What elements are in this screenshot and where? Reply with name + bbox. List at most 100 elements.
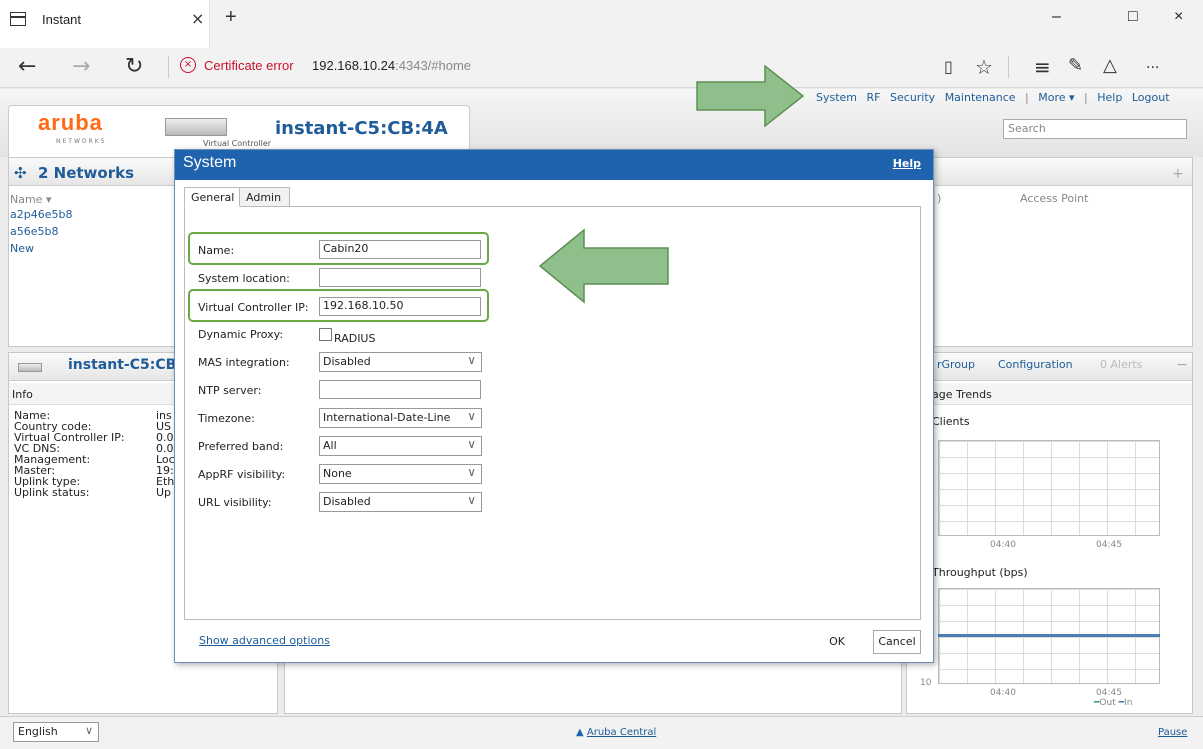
- url-host: 192.168.10.24: [312, 58, 396, 73]
- dynamic-proxy-label: Dynamic Proxy:: [198, 328, 284, 341]
- divider: [168, 56, 169, 78]
- url-path: :4343/#home: [395, 58, 472, 73]
- controller-panel-title[interactable]: instant-C5:CB:4A: [68, 357, 174, 373]
- aruba-logo-subtitle: NETWORKS: [56, 138, 107, 145]
- new-tab-button[interactable]: +: [225, 6, 237, 29]
- select-value: All: [323, 439, 337, 452]
- select-value: None: [323, 467, 352, 480]
- nav-separator: |: [1025, 91, 1029, 104]
- clients-chart: [938, 440, 1160, 536]
- network-item[interactable]: a2p46e5b8: [10, 208, 72, 221]
- page-icon: [10, 12, 26, 26]
- tab-close-icon[interactable]: ×: [191, 9, 204, 28]
- name-label: Name:: [198, 244, 235, 257]
- y-axis-tick: 10: [920, 678, 932, 688]
- forward-button[interactable]: →: [72, 54, 90, 79]
- chevron-down-icon: ∨: [467, 353, 476, 367]
- web-note-icon[interactable]: ✎: [1068, 55, 1083, 76]
- aruba-central-label: Aruba Central: [586, 727, 657, 738]
- ntp-server-label: NTP server:: [198, 384, 262, 397]
- column-access-point[interactable]: Access Point: [1020, 192, 1088, 205]
- mas-integration-label: MAS integration:: [198, 356, 290, 369]
- ntp-server-input[interactable]: [319, 380, 481, 399]
- chevron-down-icon: ∨: [467, 493, 476, 507]
- url-field[interactable]: 192.168.10.24:4343/#home: [312, 58, 471, 73]
- url-visibility-select[interactable]: Disabled ∨: [319, 492, 482, 512]
- ok-button[interactable]: OK: [817, 630, 857, 654]
- network-item-new[interactable]: New: [10, 242, 34, 255]
- refresh-button[interactable]: ↻: [125, 54, 143, 79]
- annotation-arrow-right: [696, 64, 805, 128]
- select-value: English: [18, 725, 58, 738]
- mas-integration-select[interactable]: Disabled ∨: [319, 352, 482, 372]
- dialog-header: System Help: [175, 150, 933, 180]
- name-input[interactable]: Cabin20: [319, 240, 481, 259]
- nav-help[interactable]: Help: [1097, 91, 1122, 104]
- back-button[interactable]: ←: [18, 54, 36, 79]
- time-tick: 04:40: [990, 540, 1016, 550]
- tab-general[interactable]: General: [184, 187, 240, 207]
- search-input[interactable]: Search: [1003, 119, 1187, 139]
- collapse-icon[interactable]: −: [1176, 357, 1188, 373]
- select-value: Disabled: [323, 495, 371, 508]
- expand-icon[interactable]: +: [1172, 166, 1184, 182]
- column-clip: ): [937, 192, 942, 205]
- networks-icon: ✣: [14, 164, 27, 182]
- tab-alerts[interactable]: 0 Alerts: [1100, 358, 1142, 371]
- language-select[interactable]: English ∨: [13, 722, 99, 742]
- divider: [1008, 56, 1009, 78]
- certificate-error-icon[interactable]: ×: [180, 57, 196, 73]
- nav-separator: |: [1084, 91, 1088, 104]
- top-navigation: System RF Security Maintenance | More ▾ …: [816, 91, 1176, 104]
- tab-configuration[interactable]: Configuration: [998, 358, 1073, 371]
- cancel-button[interactable]: Cancel: [873, 630, 921, 654]
- networks-title[interactable]: 2 Networks: [38, 164, 134, 182]
- minimize-button[interactable]: –: [1052, 8, 1061, 26]
- system-location-input[interactable]: [319, 268, 481, 287]
- apprf-visibility-select[interactable]: None ∨: [319, 464, 482, 484]
- info-row: Uplink status: Up: [14, 487, 175, 498]
- throughput-in-line: [938, 634, 1160, 637]
- nav-maintenance[interactable]: Maintenance: [945, 91, 1016, 104]
- legend-in: In: [1124, 698, 1133, 708]
- chevron-down-icon: ∨: [467, 437, 476, 451]
- tab-admin[interactable]: Admin: [240, 187, 290, 207]
- show-advanced-options-link[interactable]: Show advanced options: [199, 634, 330, 647]
- aruba-central-link[interactable]: ▲ Aruba Central: [576, 727, 656, 738]
- nav-logout[interactable]: Logout: [1132, 91, 1170, 104]
- radius-checkbox[interactable]: [319, 328, 332, 341]
- chevron-down-icon: ∨: [467, 465, 476, 479]
- hub-icon[interactable]: ≡: [1034, 55, 1051, 79]
- tab-rgroup[interactable]: rGroup: [937, 358, 975, 371]
- clients-chart-title: Clients: [932, 415, 970, 428]
- info-heading: Info: [12, 388, 33, 401]
- close-window-button[interactable]: ×: [1174, 8, 1183, 26]
- nav-rf[interactable]: RF: [867, 91, 881, 104]
- reading-view-icon[interactable]: ▯: [944, 57, 953, 76]
- aruba-logo: aruba: [38, 110, 103, 135]
- controller-device-icon: [165, 118, 227, 136]
- dialog-help-link[interactable]: Help: [893, 157, 921, 170]
- time-tick: 04:45: [1096, 688, 1122, 698]
- certificate-error-label[interactable]: Certificate error: [204, 58, 294, 73]
- pause-link[interactable]: Pause: [1158, 727, 1187, 738]
- network-item[interactable]: a56e5b8: [10, 225, 59, 238]
- controller-device-icon: [18, 363, 42, 372]
- vcip-input[interactable]: 192.168.10.50: [319, 297, 481, 316]
- column-divider: [934, 186, 935, 346]
- favorite-star-icon[interactable]: ☆: [975, 55, 993, 79]
- timezone-select[interactable]: International-Date-Line ∨: [319, 408, 482, 428]
- nav-security[interactable]: Security: [890, 91, 935, 104]
- more-icon[interactable]: ···: [1146, 60, 1159, 76]
- share-icon[interactable]: △: [1103, 55, 1117, 76]
- apprf-visibility-label: AppRF visibility:: [198, 468, 286, 481]
- preferred-band-select[interactable]: All ∨: [319, 436, 482, 456]
- nav-system[interactable]: System: [816, 91, 857, 104]
- chart-legend: ━Out ━In: [1094, 698, 1133, 708]
- aruba-central-icon: ▲: [576, 727, 584, 738]
- networks-column-name[interactable]: Name ▾: [10, 193, 51, 206]
- maximize-button[interactable]: □: [1128, 8, 1138, 26]
- nav-more[interactable]: More ▾: [1038, 91, 1074, 104]
- browser-tab[interactable]: Instant ×: [0, 0, 210, 48]
- address-bar: ← → ↻ × Certificate error 192.168.10.24:…: [0, 48, 1203, 88]
